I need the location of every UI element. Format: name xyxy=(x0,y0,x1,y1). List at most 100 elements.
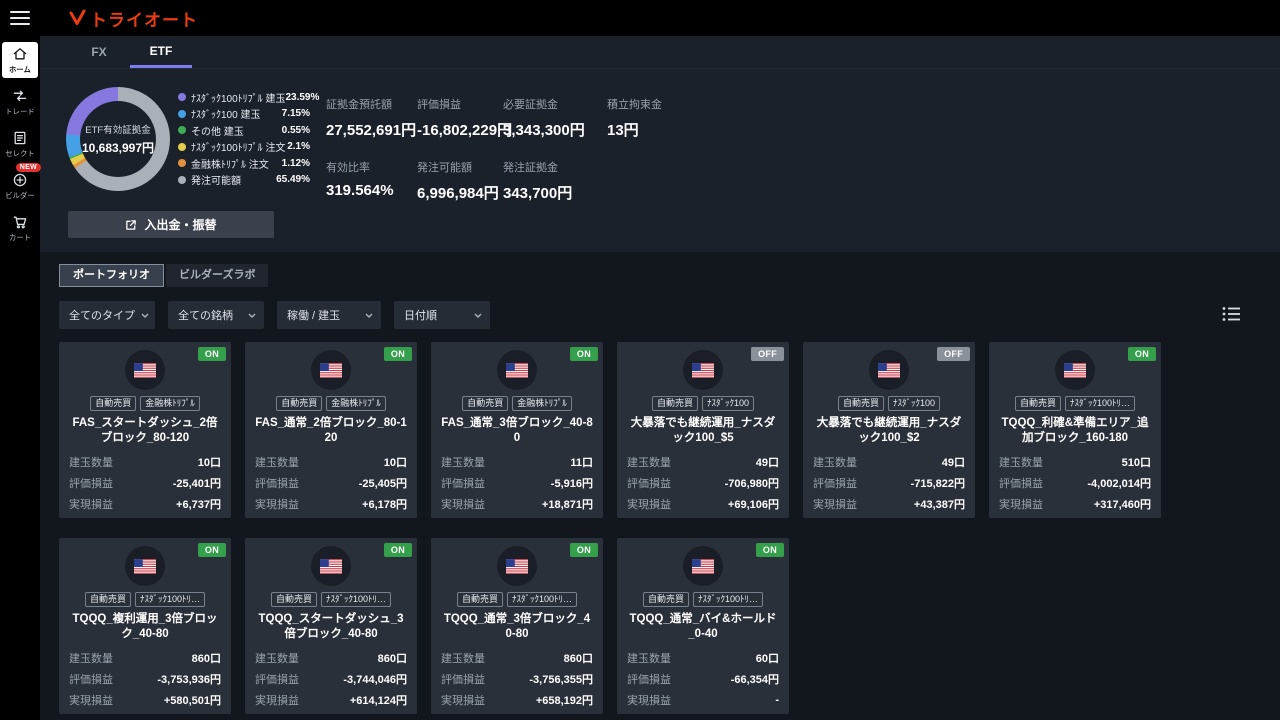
trade-icon xyxy=(13,90,27,102)
sidebar-item-cart[interactable]: カート xyxy=(2,210,38,246)
legend-color-dot xyxy=(178,142,186,151)
strategy-card[interactable]: OFF 自動売買 ﾅｽﾀﾞｯｸ100 大暴落でも継続運用_ナスダック100_$5… xyxy=(617,342,789,518)
legend-color-dot xyxy=(178,175,186,184)
card-metrics: 建玉数量 510口 評価損益 -4,002,014円 実現損益 +317,460円 xyxy=(989,451,1161,514)
instrument-avatar xyxy=(311,546,351,586)
summary-body: ETF有効証拠金 10,683,997円 ﾅｽﾀﾞｯｸ100ﾄﾘﾌﾟﾙ 建玉 23… xyxy=(40,69,1280,203)
list-view-icon[interactable] xyxy=(1222,306,1240,322)
qty-label: 建玉数量 xyxy=(255,652,299,665)
qty-label: 建玉数量 xyxy=(441,652,485,665)
us-flag-icon xyxy=(506,362,528,378)
tab-builders-lab[interactable]: ビルダーズラボ xyxy=(166,264,269,287)
tab-portfolio[interactable]: ポートフォリオ xyxy=(59,264,164,287)
filter-type-value: 全てのタイプ xyxy=(69,310,135,322)
sidebar-item-home[interactable]: ホーム xyxy=(2,42,38,78)
tab-etf[interactable]: ETF xyxy=(130,36,192,68)
filter-sort-dropdown[interactable]: 日付順 xyxy=(394,301,490,329)
realized-pl-label: 実現損益 xyxy=(999,498,1043,511)
legend-item: 発注可能額 65.49% xyxy=(178,172,310,189)
strategy-card[interactable]: OFF 自動売買 ﾅｽﾀﾞｯｸ100 大暴落でも継続運用_ナスダック100_$2… xyxy=(803,342,975,518)
strategy-card[interactable]: ON 自動売買 ﾅｽﾀﾞｯｸ100ﾄﾘ… TQQQ_複利運用_3倍ブロック_40… xyxy=(59,538,231,714)
account-stats: 証拠金預託額 27,552,691円 評価損益 -16,802,229円 必要証拠金 3,… xyxy=(326,96,662,203)
legend-color-dot xyxy=(178,93,186,102)
eval-pl-value: -706,980円 xyxy=(724,477,779,490)
strategy-card[interactable]: ON 自動売買 ﾅｽﾀﾞｯｸ100ﾄﾘ… TQQQ_スタートダッシュ_3倍ブロッ… xyxy=(245,538,417,714)
strategy-card[interactable]: ON 自動売買 金融株ﾄﾘﾌﾟﾙ FAS_スタートダッシュ_2倍ブロック_80-… xyxy=(59,342,231,518)
realized-pl-value: +317,460円 xyxy=(1093,498,1151,511)
deposit-withdraw-label: 入出金・振替 xyxy=(144,218,217,232)
account-summary-panel: FX ETF ETF有効証拠金 10,683,997円 ﾅｽﾀﾞｯｸ100ﾄﾘﾌ… xyxy=(40,36,1280,252)
filter-status-dropdown[interactable]: 稼働 / 建玉 xyxy=(277,301,381,329)
strategy-card[interactable]: ON 自動売買 金融株ﾄﾘﾌﾟﾙ FAS_通常_3倍ブロック_40-80 建玉数… xyxy=(431,342,603,518)
instrument-tag: ﾅｽﾀﾞｯｸ100ﾄﾘ… xyxy=(506,592,578,607)
card-tags: 自動売買 金融株ﾄﾘﾌﾟﾙ xyxy=(90,396,200,411)
realized-pl-label: 実現損益 xyxy=(627,694,671,707)
qty-label: 建玉数量 xyxy=(627,652,671,665)
stat-label: 有効比率 xyxy=(326,162,370,174)
trade-type-tag: 自動売買 xyxy=(270,592,317,607)
instrument-avatar xyxy=(311,350,351,390)
stat-item: 発注証拠金 343,700円 xyxy=(503,159,607,203)
realized-pl-label: 実現損益 xyxy=(69,694,113,707)
legend-color-dot xyxy=(178,159,186,168)
trade-type-tag: 自動売買 xyxy=(642,592,689,607)
strategy-card-grid: ON 自動売買 金融株ﾄﾘﾌﾟﾙ FAS_スタートダッシュ_2倍ブロック_80-… xyxy=(59,342,1280,714)
trade-type-tag: 自動売買 xyxy=(1014,396,1061,411)
strategy-card[interactable]: ON 自動売買 ﾅｽﾀﾞｯｸ100ﾄﾘ… TQQQ_通常_バイ&ホールド_0-4… xyxy=(617,538,789,714)
sidebar-item-trade[interactable]: トレード xyxy=(2,84,38,120)
legend-label: ﾅｽﾀﾞｯｸ100 建玉 xyxy=(191,110,261,122)
card-title: TQQQ_利確&準備エリア_追加ブロック_160-180 xyxy=(1001,417,1149,445)
stat-value: 13円 xyxy=(607,122,639,139)
hamburger-menu-icon[interactable] xyxy=(10,11,30,25)
instrument-avatar xyxy=(125,546,165,586)
sidebar-item-label: カート xyxy=(8,233,32,242)
tab-fx[interactable]: FX xyxy=(68,36,130,68)
legend-label: ﾅｽﾀﾞｯｸ100ﾄﾘﾌﾟﾙ 建玉 xyxy=(191,93,286,105)
qty-value: 49口 xyxy=(941,456,965,469)
strategy-card[interactable]: ON 自動売買 金融株ﾄﾘﾌﾟﾙ FAS_通常_2倍ブロック_80-120 建玉… xyxy=(245,342,417,518)
status-badge: ON xyxy=(1127,347,1156,361)
sidebar-item-select[interactable]: セレクト xyxy=(2,126,38,162)
legend-percent: 23.59% xyxy=(285,91,320,103)
stat-item: 発注可能額 6,996,984円 xyxy=(417,159,503,203)
legend-percent: 1.12% xyxy=(281,157,310,169)
deposit-withdraw-button[interactable]: 入出金・振替 xyxy=(68,211,274,238)
trade-type-tag: 自動売買 xyxy=(462,396,509,411)
status-badge: ON xyxy=(383,543,412,557)
realized-pl-value: +6,178円 xyxy=(362,498,407,511)
legend-item: ﾅｽﾀﾞｯｸ100 建玉 7.15% xyxy=(178,106,310,123)
legend-label: ﾅｽﾀﾞｯｸ100ﾄﾘﾌﾟﾙ 注文 xyxy=(191,143,286,155)
card-title: 大暴落でも継続運用_ナスダック100_$5 xyxy=(630,417,776,445)
qty-value: 11口 xyxy=(570,456,593,469)
topbar: トライオート xyxy=(0,0,1280,36)
stat-value: 3,343,300円 xyxy=(503,122,585,139)
card-title: FAS_通常_2倍ブロック_80-120 xyxy=(255,417,407,445)
stat-label: 発注可能額 xyxy=(417,162,472,174)
donut-center: ETF有効証拠金 10,683,997円 xyxy=(66,87,170,191)
strategy-card[interactable]: ON 自動売買 ﾅｽﾀﾞｯｸ100ﾄﾘ… TQQQ_通常_3倍ブロック_40-8… xyxy=(431,538,603,714)
chevron-down-icon xyxy=(365,313,373,318)
filter-type-dropdown[interactable]: 全てのタイプ xyxy=(59,301,155,329)
legend-label: 金融株ﾄﾘﾌﾟﾙ 注文 xyxy=(191,159,269,171)
status-badge: ON xyxy=(197,543,226,557)
legend-item: ﾅｽﾀﾞｯｸ100ﾄﾘﾌﾟﾙ 建玉 23.59% xyxy=(178,89,319,106)
filter-symbol-dropdown[interactable]: 全ての銘柄 xyxy=(168,301,264,329)
sidebar-item-label: ホーム xyxy=(9,65,31,74)
sidebar-item-builder[interactable]: NEW ビルダー xyxy=(2,163,41,204)
eval-pl-label: 評価損益 xyxy=(441,673,485,686)
filter-bar: 全てのタイプ 全ての銘柄 稼働 / 建玉 日付順 xyxy=(59,301,1280,329)
card-metrics: 建玉数量 49口 評価損益 -706,980円 実現損益 +69,106円 xyxy=(617,451,789,514)
eval-pl-value: -25,401円 xyxy=(172,477,221,490)
filter-symbol-value: 全ての銘柄 xyxy=(178,310,233,322)
instrument-tag: 金融株ﾄﾘﾌﾟﾙ xyxy=(326,396,386,411)
trade-type-tag: 自動売買 xyxy=(837,396,884,411)
eval-pl-label: 評価損益 xyxy=(255,673,299,686)
filter-sort-value: 日付順 xyxy=(404,310,437,322)
card-title: TQQQ_スタートダッシュ_3倍ブロック_40-80 xyxy=(258,613,404,641)
instrument-avatar xyxy=(1055,350,1095,390)
card-metrics: 建玉数量 860口 評価損益 -3,744,046円 実現損益 +614,124円 xyxy=(245,647,417,710)
stat-value: 27,552,691円 xyxy=(326,122,417,139)
strategy-card[interactable]: ON 自動売買 ﾅｽﾀﾞｯｸ100ﾄﾘ… TQQQ_利確&準備エリア_追加ブロッ… xyxy=(989,342,1161,518)
donut-chart: ETF有効証拠金 10,683,997円 xyxy=(66,87,170,191)
us-flag-icon xyxy=(692,362,714,378)
